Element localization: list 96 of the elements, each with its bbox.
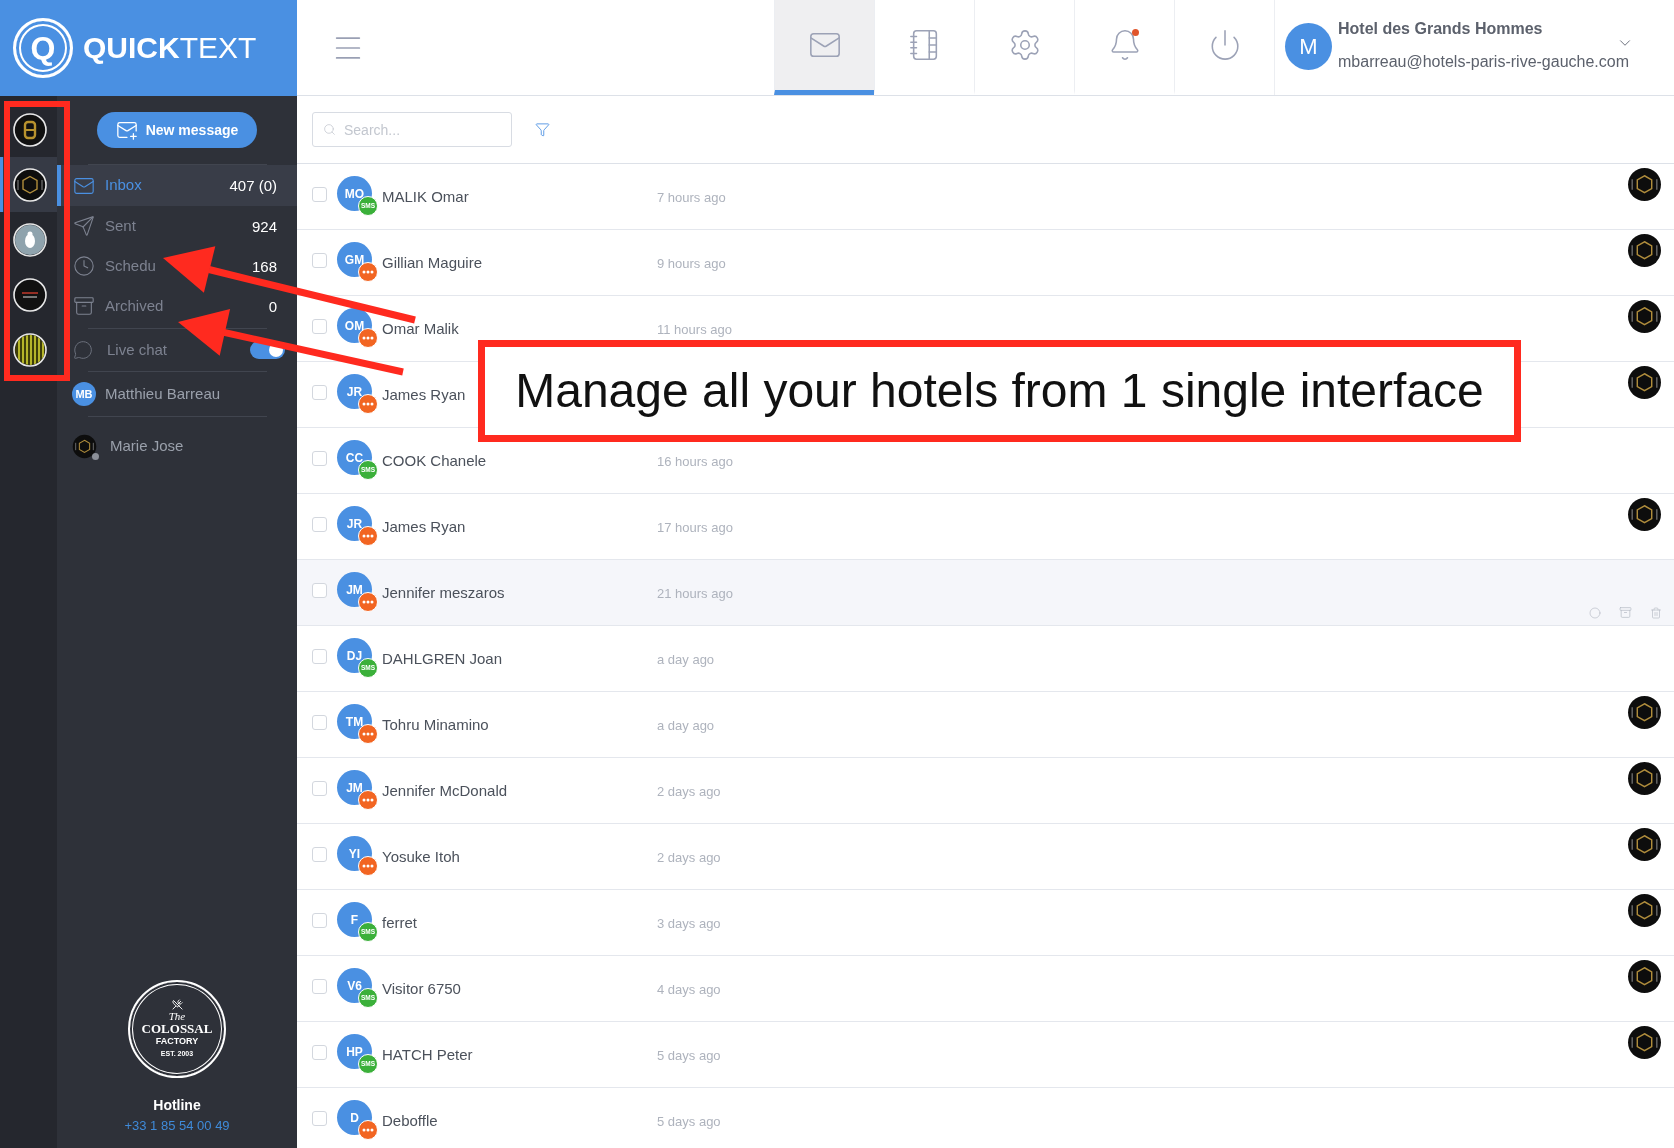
row-checkbox[interactable] [312, 1110, 327, 1126]
figure-logo-icon [13, 222, 47, 257]
row-checkbox[interactable] [312, 450, 327, 466]
message-time: 9 hours ago [657, 255, 726, 271]
message-time: a day ago [657, 717, 715, 733]
lines-logo-icon [13, 277, 47, 312]
folder-item[interactable]: Sent 924 [57, 206, 297, 246]
agent-item[interactable]: MB Matthieu Barreau [57, 372, 297, 416]
archive-box-icon [73, 295, 95, 317]
message-time: 3 days ago [657, 915, 721, 931]
message-time: 17 hours ago [657, 519, 733, 535]
message-time: 5 days ago [657, 1113, 721, 1129]
chat-dots-badge-icon [358, 328, 378, 348]
chat-dots-badge-icon [358, 1120, 378, 1140]
row-checkbox[interactable] [312, 252, 327, 268]
contact-name: James Ryan [382, 385, 466, 403]
contact-name: COOK Chanele [382, 451, 487, 469]
mail-plus-icon [115, 119, 138, 141]
archive-box-icon[interactable] [1619, 606, 1632, 619]
hotline-label: Hotline [153, 1096, 201, 1114]
search-icon [323, 123, 336, 136]
message-time: 11 hours ago [657, 321, 732, 337]
logo-title: COLOSSAL [141, 1022, 213, 1036]
contact-name: HATCH Peter [382, 1045, 473, 1063]
row-checkbox[interactable] [312, 648, 327, 664]
chat-dots-badge-icon [358, 394, 378, 414]
message-time: 5 days ago [657, 1047, 721, 1063]
logo-tagline: The [168, 1010, 186, 1022]
trash-icon[interactable] [1650, 606, 1662, 619]
message-time: 2 days ago [657, 849, 721, 865]
contact-name: MALIK Omar [382, 187, 469, 205]
contact-name: Tohru Minamino [382, 715, 489, 733]
message-time: 21 hours ago [657, 585, 733, 601]
account-email: mbarreau@hotels-paris-rive-gauche.com [1338, 52, 1631, 71]
account-avatar: M [1285, 23, 1332, 70]
logo-subtitle: FACTORY [155, 1036, 199, 1047]
contact-name: Gillian Maguire [382, 253, 483, 271]
live-chat-label: Live chat [107, 339, 168, 360]
chat-dots-badge-icon [358, 592, 378, 612]
message-time: 2 days ago [657, 783, 721, 799]
message-time: 7 hours ago [657, 189, 726, 205]
row-checkbox[interactable] [312, 582, 327, 598]
contact-name: Omar Malik [382, 319, 459, 337]
logo-mark: Q [13, 18, 73, 78]
search-field[interactable]: Search... [312, 112, 512, 147]
chat-dots-badge-icon [358, 526, 378, 546]
contact-name: Yosuke Itoh [382, 847, 460, 865]
message-count: 168 [251, 258, 277, 274]
message-count: 924 [251, 218, 277, 234]
folder-item[interactable]: Inbox 407 (0) [57, 165, 297, 206]
message-row[interactable]: JM Jennifer meszaros 21 hours ago [297, 560, 1674, 626]
contact-name: Jennifer McDonald [382, 781, 508, 799]
folder-item[interactable]: Archived 0 [57, 286, 297, 326]
row-checkbox[interactable] [312, 846, 327, 862]
hotel-name: Hotel des Grands Hommes [1338, 19, 1543, 39]
hexagon-logo-icon [13, 167, 47, 202]
row-checkbox[interactable] [312, 516, 327, 532]
message-time: 4 days ago [657, 981, 721, 997]
rounded-frame-logo-icon [13, 112, 47, 147]
row-checkbox[interactable] [312, 1044, 327, 1060]
agent-avatar: MB [72, 382, 96, 406]
chat-bubble-icon [73, 340, 93, 360]
crossed-utensils-icon [171, 999, 183, 1010]
row-checkbox[interactable] [312, 318, 327, 334]
contact-name: DAHLGREN Joan [382, 649, 503, 667]
contact-name: James Ryan [382, 517, 466, 535]
toolbar-tab[interactable] [774, 0, 874, 95]
chat-dots-badge-icon [358, 724, 378, 744]
row-checkbox[interactable] [312, 186, 327, 202]
folder-item[interactable]: Schedu 168 [57, 246, 297, 286]
row-checkbox[interactable] [312, 912, 327, 928]
brand-name: QUICKTEXT [83, 33, 257, 63]
row-checkbox[interactable] [312, 714, 327, 730]
message-count: 407 (0) [229, 178, 277, 193]
chat-dots-badge-icon [358, 856, 378, 876]
message-time: a day ago [657, 651, 715, 667]
row-checkbox[interactable] [312, 978, 327, 994]
filter-icon[interactable] [535, 122, 550, 137]
message-time: 16 hours ago [657, 453, 733, 469]
contact-name: ferret [382, 913, 417, 931]
chat-dots-badge-icon [358, 790, 378, 810]
contact-name: Deboffle [382, 1111, 438, 1129]
row-checkbox[interactable] [312, 384, 327, 400]
row-checkbox[interactable] [312, 780, 327, 796]
clock-icon [73, 255, 95, 277]
phone-link[interactable]: +33 1 85 54 00 49 [124, 1118, 230, 1134]
striped-logo-icon [13, 332, 47, 367]
message-count: 0 [268, 298, 277, 314]
contact-name: Visitor 6750 [382, 979, 461, 997]
callout-text: Manage all your hotels from 1 single interface [515, 367, 1484, 415]
chat-dots-badge-icon [358, 262, 378, 282]
contact-name: Jennifer meszaros [382, 583, 505, 601]
hexagon-logo-icon [72, 433, 97, 459]
send-icon [73, 215, 95, 237]
circle-icon[interactable] [1589, 606, 1601, 619]
agent-item[interactable]: Marie Jose [57, 417, 297, 475]
